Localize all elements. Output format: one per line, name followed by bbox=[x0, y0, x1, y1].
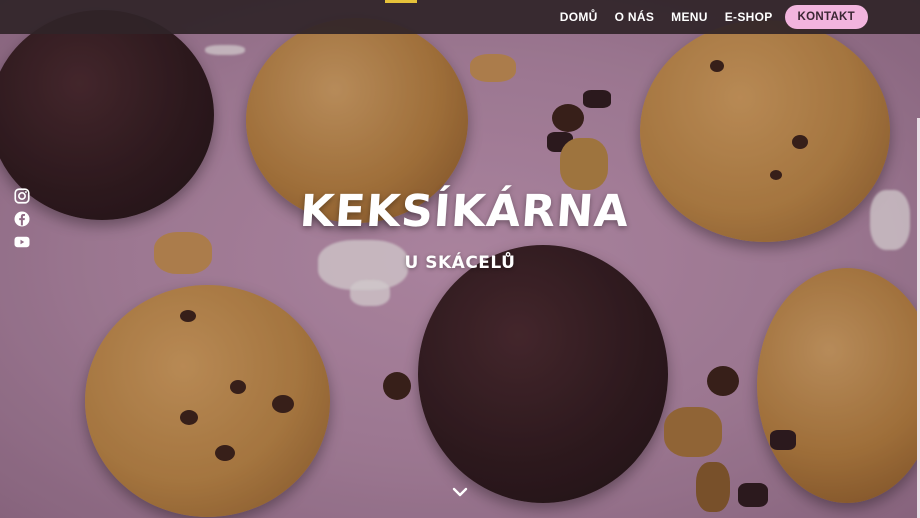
facebook-icon[interactable] bbox=[13, 210, 31, 228]
youtube-icon[interactable] bbox=[13, 233, 31, 251]
chevron-down-icon[interactable] bbox=[451, 485, 469, 499]
logo-fragment bbox=[385, 0, 417, 3]
nav-link-menu[interactable]: MENU bbox=[671, 10, 708, 24]
nav-link-domu[interactable]: DOMŮ bbox=[560, 10, 598, 24]
nav-link-e-shop[interactable]: E-SHOP bbox=[725, 10, 773, 24]
nav-link-o-nas[interactable]: O NÁS bbox=[615, 10, 655, 24]
top-navbar: DOMŮ O NÁS MENU E-SHOP KONTAKT bbox=[0, 0, 920, 34]
hero-title: KEKSÍKÁRNA bbox=[298, 186, 632, 237]
hero-subtitle: U SKÁCELŮ bbox=[404, 253, 516, 273]
instagram-icon[interactable] bbox=[13, 187, 31, 205]
social-links bbox=[12, 187, 32, 256]
contact-button[interactable]: KONTAKT bbox=[784, 5, 868, 29]
